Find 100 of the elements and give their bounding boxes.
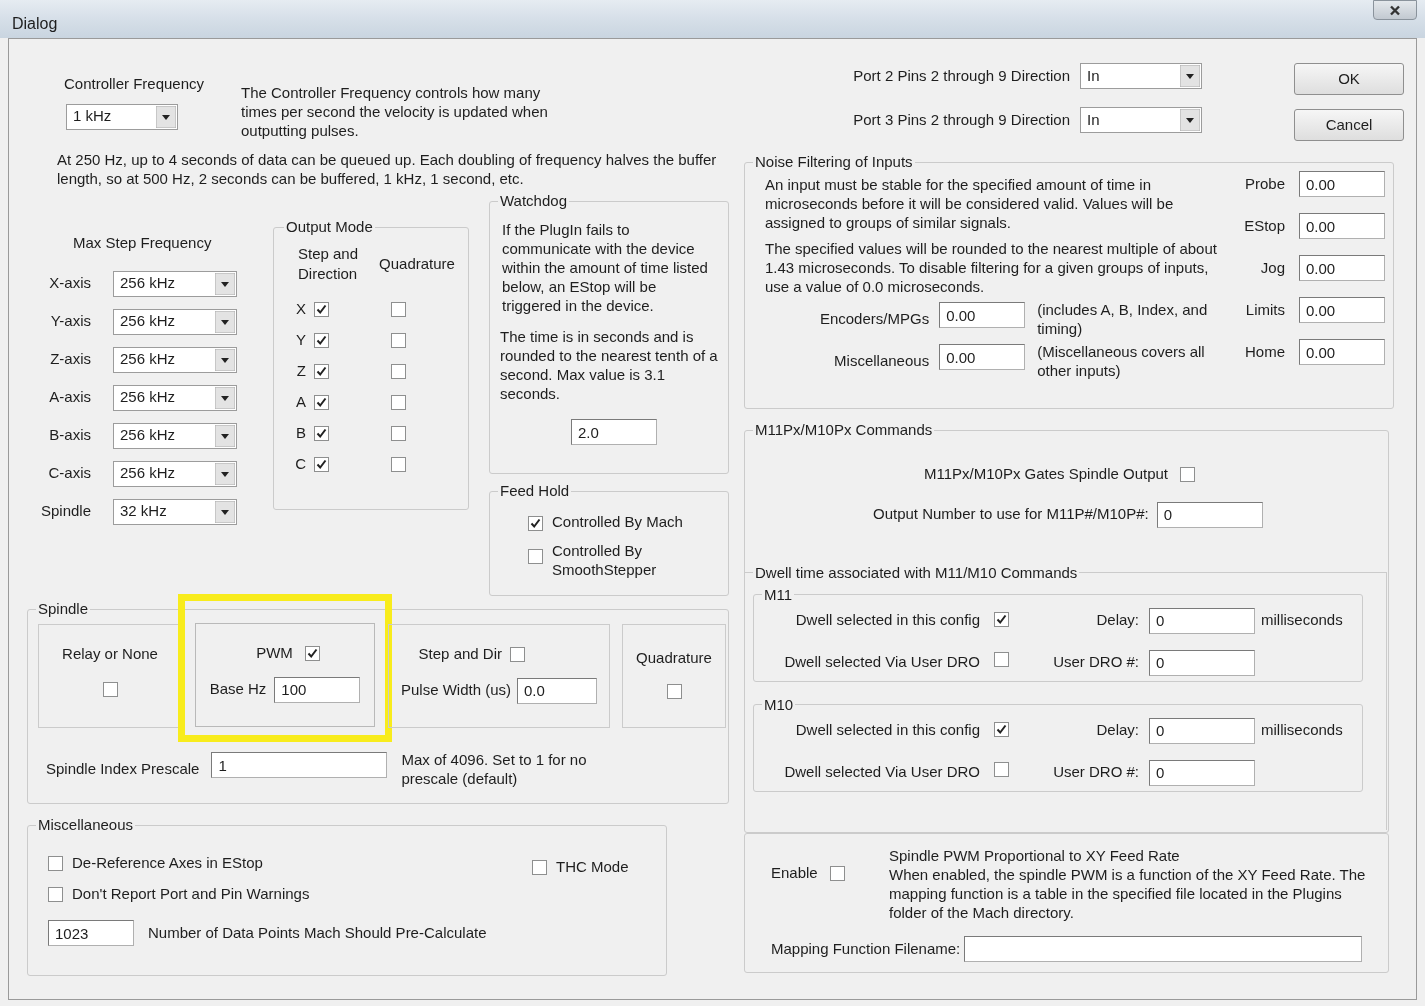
field-label: B-axis (48, 425, 92, 446)
checkbox[interactable] (314, 333, 329, 348)
input-field[interactable]: 0.0 (517, 677, 597, 704)
dropdown[interactable]: In (1080, 107, 1202, 133)
input-field[interactable]: 0.00 (1299, 171, 1385, 197)
description-text: If the PlugIn fails to communicate with the device within the amount of time listed below, an EStop will be triggered in the device. (502, 220, 709, 315)
field-label: Controller Frequency (63, 74, 205, 94)
checkbox-label: De-Reference Axes in EStop (72, 853, 263, 874)
checkbox[interactable] (666, 683, 682, 699)
checkbox[interactable] (510, 646, 525, 662)
checkbox[interactable] (391, 364, 406, 379)
caret-icon (215, 462, 235, 485)
option-label: Quadrature (636, 648, 712, 668)
checkbox[interactable] (314, 426, 329, 441)
checkbox[interactable] (994, 652, 1009, 668)
caret-icon (1180, 65, 1200, 87)
caret-icon (215, 386, 235, 409)
axis-label: Z (295, 361, 307, 382)
input-field[interactable]: 100 (274, 676, 361, 703)
input-field[interactable]: 0 (1149, 649, 1255, 676)
input-field[interactable]: 0.00 (1299, 255, 1385, 281)
checkbox[interactable] (1180, 466, 1195, 482)
checkbox[interactable] (994, 762, 1009, 778)
note-text: (Miscellaneous covers all other inputs) (1037, 342, 1206, 380)
field-label: C-axis (47, 463, 92, 484)
caret-icon (215, 272, 235, 295)
column-heading: Quadrature (378, 254, 456, 274)
dropdown[interactable]: 256 kHz (113, 422, 237, 449)
dropdown[interactable]: 32 kHz (113, 498, 237, 525)
input-field[interactable] (964, 936, 1363, 962)
axis-label: Y (295, 330, 307, 351)
dialog-button[interactable]: Cancel (1294, 109, 1404, 141)
axis-label: B (295, 423, 307, 444)
dropdown[interactable]: 256 kHz (113, 270, 237, 297)
dialog-button[interactable]: OK (1294, 63, 1404, 95)
dropdown[interactable]: 256 kHz (113, 460, 237, 487)
field-label: Z-axis (49, 349, 92, 370)
checkbox[interactable] (532, 860, 547, 875)
dropdown[interactable]: 1 kHz (66, 103, 178, 130)
field-label: Spindle (39, 501, 92, 522)
input-field[interactable]: 1 (211, 752, 388, 778)
input-field[interactable]: 0.00 (1299, 339, 1385, 365)
field-label: EStop (1243, 215, 1285, 236)
dropdown[interactable]: 256 kHz (113, 308, 237, 335)
group-title: Miscellaneous (37, 816, 135, 834)
field-label: Limits (1244, 299, 1285, 320)
checkbox[interactable] (48, 856, 63, 871)
checkbox[interactable] (994, 722, 1009, 738)
option-label: PWM (256, 643, 293, 663)
checkbox[interactable] (314, 302, 329, 317)
checkbox[interactable] (314, 395, 329, 410)
caret-icon (156, 105, 176, 128)
field-label: Mapping Function Filename: (771, 938, 961, 959)
checkbox[interactable] (528, 516, 543, 531)
input-field[interactable]: 0 (1149, 759, 1255, 786)
group-title: Output Mode (285, 218, 374, 236)
caret-icon (215, 310, 235, 333)
checkbox[interactable] (314, 457, 329, 472)
checkbox[interactable] (391, 395, 406, 410)
checkbox[interactable] (314, 364, 329, 379)
group-title: Feed Hold (499, 482, 571, 500)
checkbox-label: Dwell selected Via User DRO (783, 762, 980, 783)
dropdown[interactable]: In (1080, 63, 1202, 89)
field-label: Encoders/MPGs (818, 309, 930, 329)
dropdown[interactable]: 256 kHz (113, 384, 237, 411)
close-button[interactable] (1373, 0, 1417, 20)
checkbox-label: Enable (771, 862, 818, 883)
input-field[interactable]: 2.0 (571, 419, 657, 445)
input-field[interactable]: 0 (1156, 501, 1263, 528)
field-label: Home (1244, 341, 1285, 362)
checkbox[interactable] (994, 612, 1009, 628)
field-label: Probe (1243, 173, 1285, 194)
description-text: The time is in seconds and is rounded to the nearest tenth of a second. Max value is 3.1 seconds. (500, 327, 719, 403)
window-title: Dialog (12, 14, 58, 34)
input-field[interactable]: 0 (1149, 607, 1255, 634)
group-title: M11Px/M10Px Commands (754, 421, 934, 439)
checkbox-label: Don't Report Port and Pin Warnings (72, 884, 310, 905)
checkbox[interactable] (48, 887, 63, 902)
checkbox[interactable] (391, 333, 406, 348)
input-field[interactable]: 0.00 (939, 344, 1026, 370)
checkbox[interactable] (102, 681, 118, 697)
checkbox[interactable] (391, 302, 406, 317)
input-field[interactable]: 0.00 (939, 302, 1026, 328)
info-text: At 250 Hz, up to 4 seconds of data can be queued up. Each doubling of frequency halves the buffer length, so at 500 Hz, 2 seconds can be buffered, 1 kHz, 1 second, etc. (57, 150, 718, 188)
checkbox[interactable] (304, 645, 320, 661)
input-field[interactable]: 0.00 (1299, 213, 1385, 239)
option-label: Step and Dir (418, 644, 502, 664)
unit-label: milliseconds (1261, 610, 1343, 631)
checkbox[interactable] (528, 549, 543, 564)
checkbox[interactable] (829, 865, 845, 881)
dropdown[interactable]: 256 kHz (113, 346, 237, 373)
input-field[interactable]: 0 (1149, 717, 1255, 744)
input-field[interactable]: 1023 (48, 920, 134, 946)
checkbox-label: Dwell selected in this config (794, 720, 980, 741)
input-field[interactable]: 0.00 (1299, 297, 1385, 323)
group-title: M10 (763, 695, 795, 714)
axis-label: C (294, 454, 307, 475)
checkbox[interactable] (391, 457, 406, 472)
checkbox[interactable] (391, 426, 406, 441)
note-text: Max of 4096. Set to 1 for no prescale (default) (401, 750, 588, 788)
